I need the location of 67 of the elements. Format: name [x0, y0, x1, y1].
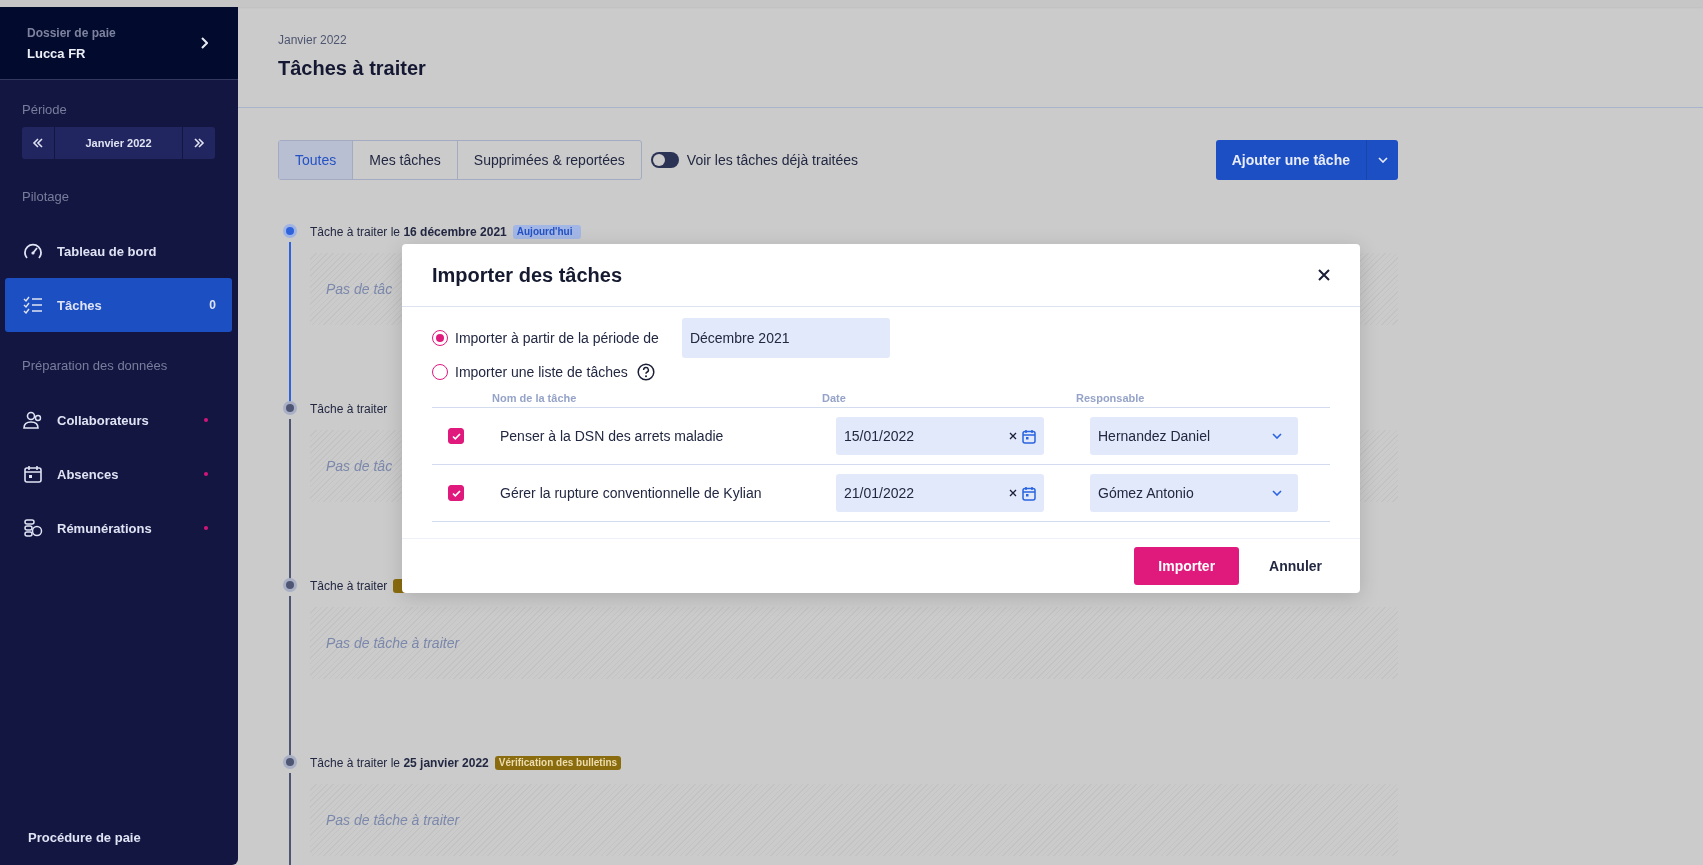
chevron-right-icon [200, 37, 208, 49]
timeline-heading: Tâche à traiter le 25 janvier 2022 [310, 756, 489, 770]
empty-message: Pas de tâche à traiter [326, 812, 460, 828]
option-label: Importer une liste de tâches [455, 364, 628, 380]
folder-label: Dossier de paie [27, 25, 117, 40]
timeline-heading: Tâche à traiter le 16 décembre 2021 [310, 225, 507, 239]
calendar-icon[interactable] [1022, 485, 1036, 501]
checkmark-icon [451, 432, 461, 440]
double-chevron-right-icon [193, 138, 205, 148]
task-name: Penser à la DSN des arrets maladie [500, 428, 725, 444]
calendar-icon[interactable] [1022, 428, 1036, 444]
column-header: Responsable [1076, 392, 1145, 404]
chevron-down-icon [1377, 157, 1388, 163]
filter-tab[interactable]: Supprimées & reportées [457, 141, 641, 179]
gauge-icon [23, 242, 43, 260]
tag: Vérification des bulletins [494, 756, 622, 770]
period-label: Janvier 2022 [278, 33, 348, 47]
date-field[interactable]: 21/01/2022 [836, 474, 1044, 512]
coins-icon [23, 519, 43, 537]
nav-item[interactable]: Tableau de bord [5, 224, 232, 278]
cancel-button[interactable]: Annuler [1249, 547, 1330, 585]
toggle-label: Voir les tâches déjà traitées [686, 152, 859, 168]
folder-name: Lucca FR [27, 45, 87, 61]
section-title: Pilotage [21, 188, 70, 206]
folder-switcher[interactable]: Dossier de paie Lucca FR [0, 7, 238, 80]
import-button[interactable]: Importer [1134, 547, 1240, 585]
checkmark-icon [451, 489, 461, 497]
add-task-button[interactable]: Ajouter une tâche [1215, 140, 1366, 180]
nav-item[interactable]: Tâches 0 [5, 278, 232, 332]
date-field[interactable]: 15/01/2022 [836, 417, 1044, 455]
checkbox[interactable] [448, 485, 464, 501]
chevron-down-icon [1272, 433, 1282, 439]
toggle-switch[interactable] [650, 152, 679, 168]
nav-item[interactable]: Collaborateurs [5, 393, 232, 447]
column-header: Nom de la tâche [492, 392, 577, 404]
assignee-select[interactable]: Hernandez Daniel [1090, 417, 1298, 455]
option-label: Importer à partir de la période de [455, 330, 659, 346]
nav-item[interactable]: Absences [5, 447, 232, 501]
tag: Aujourd'hui [512, 225, 581, 239]
chevron-down-icon [1272, 490, 1282, 496]
task-name: Gérer la rupture conventionnelle de Kylian [500, 485, 763, 501]
clear-icon[interactable] [1009, 432, 1017, 440]
dialog-title: Importer des tâches [432, 263, 624, 287]
nav-item[interactable]: Rémunérations [5, 501, 232, 555]
column-header: Date [822, 392, 846, 404]
clear-icon[interactable] [1009, 489, 1017, 497]
payroll-procedure-link[interactable]: Procédure de paie [5, 830, 232, 865]
filter-tab[interactable]: Mes tâches [353, 141, 458, 179]
people-icon [23, 411, 43, 429]
timeline-heading: Tâche à traiter [310, 402, 388, 416]
assignee-select[interactable]: Gómez Antonio [1090, 474, 1298, 512]
empty-message: Pas de tâche à traiter [326, 635, 460, 651]
task-count: 0 [209, 298, 216, 312]
period-field[interactable]: Décembre 2021 [681, 318, 890, 358]
timeline-heading: Tâche à traiter [310, 579, 388, 593]
close-icon[interactable] [1318, 269, 1330, 281]
empty-message: Pas de tâc [326, 458, 393, 474]
help-icon[interactable] [636, 363, 655, 381]
empty-message: Pas de tâc [326, 281, 393, 297]
calendar-icon [23, 465, 43, 483]
checklist-icon [23, 296, 43, 314]
section-title: Période [21, 101, 68, 119]
page-title: Tâches à traiter [278, 57, 427, 80]
filter-tab[interactable]: Toutes [279, 141, 354, 179]
double-chevron-left-icon [32, 138, 44, 148]
section-title: Préparation des données [21, 357, 169, 375]
checkbox[interactable] [448, 428, 464, 444]
